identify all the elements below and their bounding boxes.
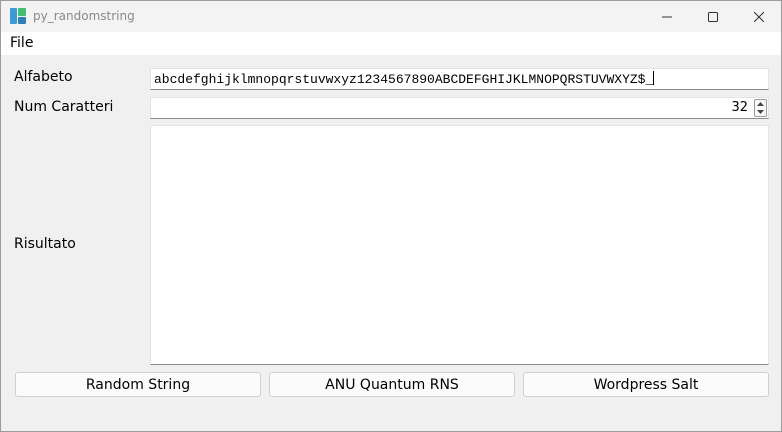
num-caratteri-label: Num Caratteri [14,99,114,115]
chevron-up-icon [757,102,764,106]
maximize-icon [708,11,718,22]
anu-quantum-button[interactable]: ANU Quantum RNS [269,372,515,397]
window-title: py_randomstring [33,9,135,23]
main-window: py_randomstring File Alfabeto abcdefghij… [0,0,782,432]
num-caratteri-spinbox[interactable]: 32 [150,97,769,119]
text-caret [653,71,655,85]
num-caratteri-value: 32 [731,100,748,115]
menu-bar: File [1,32,781,55]
spinner-buttons [754,99,767,117]
minimize-button[interactable] [644,1,690,32]
maximize-button[interactable] [690,1,736,32]
title-bar[interactable]: py_randomstring [1,1,781,32]
chevron-down-icon [757,110,764,114]
wordpress-salt-button[interactable]: Wordpress Salt [523,372,769,397]
alfabeto-input[interactable]: abcdefghijklmnopqrstuvwxyz1234567890ABCD… [150,68,769,90]
close-icon [754,11,764,22]
risultato-label: Risultato [14,236,76,252]
alfabeto-value: abcdefghijklmnopqrstuvwxyz1234567890ABCD… [154,72,654,87]
alfabeto-label: Alfabeto [14,69,73,85]
app-icon [10,8,26,24]
close-button[interactable] [736,1,781,32]
risultato-textarea[interactable] [150,125,769,365]
random-string-button[interactable]: Random String [15,372,261,397]
minimize-icon [662,16,672,17]
menu-file[interactable]: File [10,35,33,51]
spin-down-button[interactable] [755,108,766,116]
alfabeto-value-wrap: abcdefghijklmnopqrstuvwxyz1234567890ABCD… [154,71,655,87]
spin-up-button[interactable] [755,100,766,108]
